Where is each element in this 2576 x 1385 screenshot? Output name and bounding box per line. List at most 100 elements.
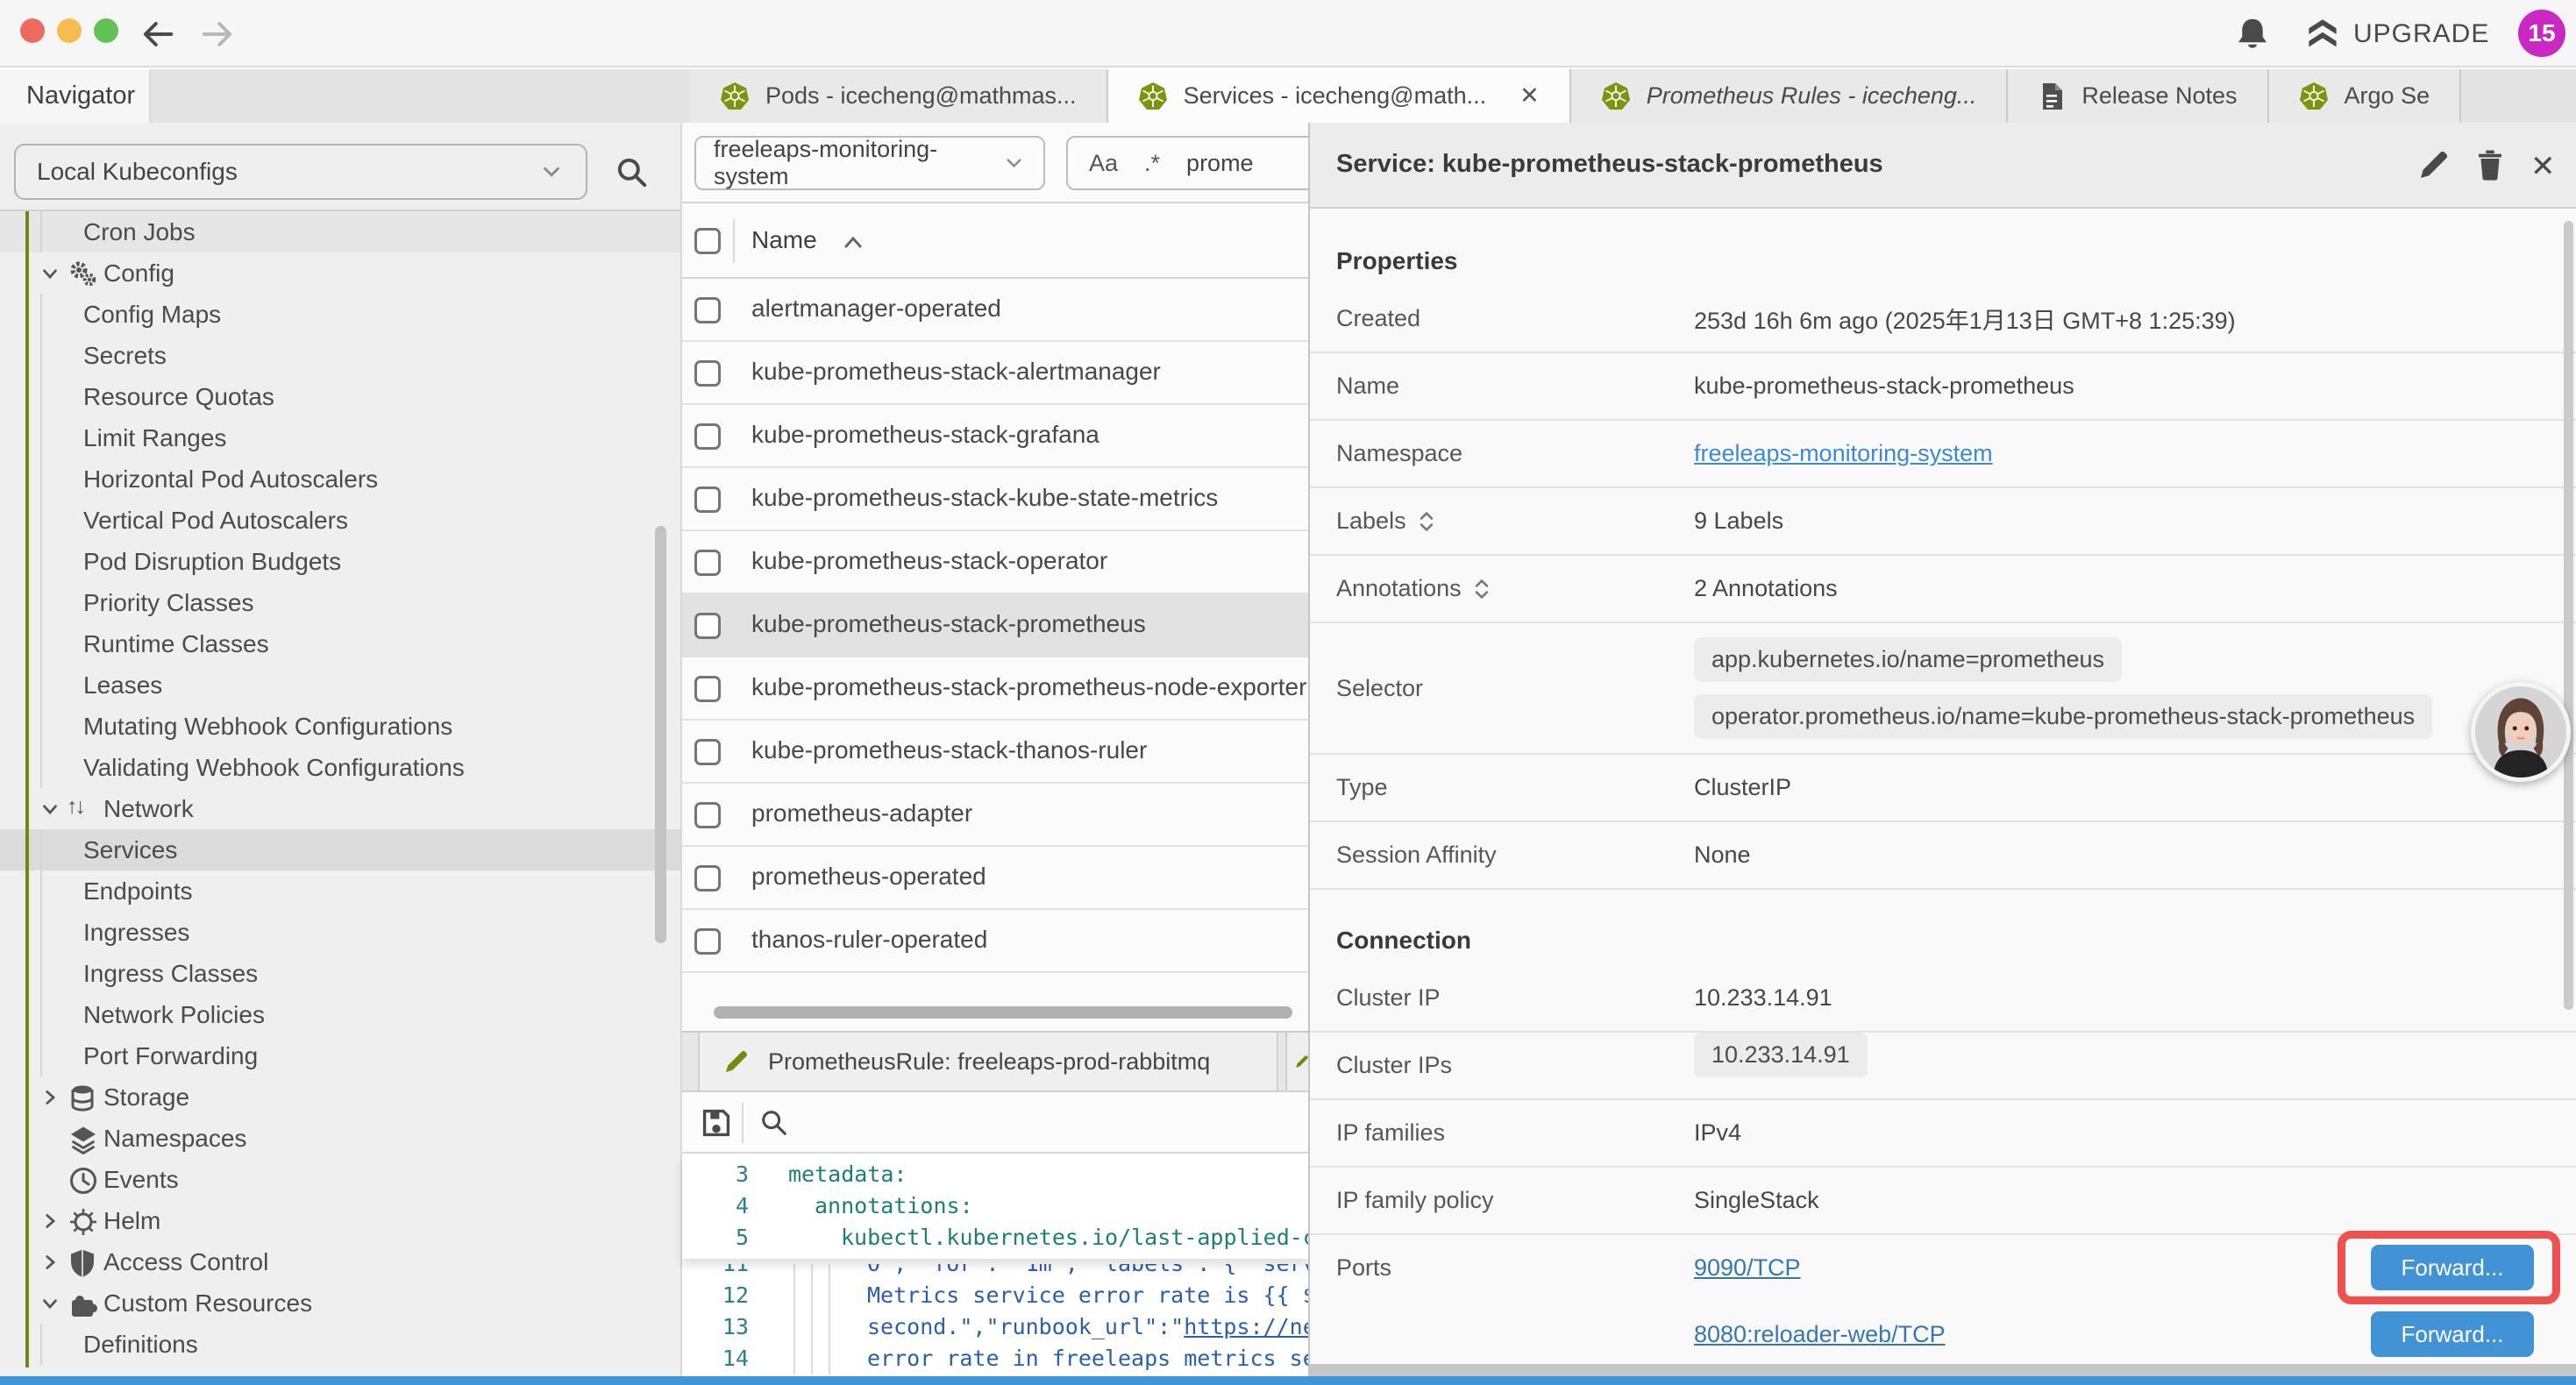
sidebar-item-mutating-webhook-configurations[interactable]: Mutating Webhook Configurations (0, 706, 680, 747)
drawer-horizontal-scrollbar[interactable] (1310, 1364, 2576, 1376)
table-row[interactable]: prometheus-adapter (682, 784, 1310, 847)
sidebar-item-runtime-classes[interactable]: Runtime Classes (0, 623, 680, 664)
tab-prometheus-rules-icecheng[interactable]: Prometheus Rules - icecheng... (1571, 69, 2009, 123)
sort-updown-icon[interactable] (1417, 510, 1436, 533)
table-row[interactable]: prometheus-operated (682, 847, 1310, 910)
tab-release-notes[interactable]: Release Notes (2008, 69, 2268, 123)
row-checkbox[interactable] (694, 550, 721, 576)
upgrade-button[interactable]: UPGRADE (2306, 18, 2489, 51)
chevron-down-icon[interactable] (39, 798, 61, 820)
sidebar-item-definitions[interactable]: Definitions (0, 1324, 680, 1365)
sidebar-item-events[interactable]: Events (0, 1159, 680, 1200)
row-checkbox[interactable] (694, 928, 721, 955)
table-row[interactable]: kube-prometheus-stack-kube-state-metrics (682, 468, 1310, 531)
sidebar-item-custom-resources[interactable]: Custom Resources (0, 1282, 680, 1324)
namespace-link[interactable]: freeleaps-monitoring-system (1694, 440, 1993, 466)
sidebar-item-storage[interactable]: Storage (0, 1076, 680, 1118)
sidebar-item-priority-classes[interactable]: Priority Classes (0, 582, 680, 623)
table-row[interactable]: alertmanager-operated (682, 279, 1310, 342)
chevron-right-icon[interactable] (39, 1086, 61, 1109)
navigator-pane-tab[interactable]: Navigator (0, 69, 151, 123)
table-row[interactable]: kube-prometheus-stack-alertmanager (682, 342, 1310, 405)
table-horizontal-scrollbar[interactable] (714, 1006, 1292, 1019)
delete-trash-icon[interactable] (2473, 147, 2508, 182)
row-checkbox[interactable] (694, 802, 721, 828)
chevron-down-icon[interactable] (39, 262, 61, 285)
clock-icon (68, 1166, 98, 1196)
table-row[interactable]: kube-prometheus-stack-thanos-ruler (682, 721, 1310, 784)
chevron-down-icon[interactable] (39, 1292, 61, 1315)
row-checkbox[interactable] (694, 297, 721, 323)
match-case-toggle[interactable]: Aa (1089, 150, 1118, 177)
table-row[interactable]: kube-prometheus-stack-operator (682, 531, 1310, 594)
row-checkbox[interactable] (694, 423, 721, 450)
table-row[interactable]: kube-prometheus-stack-prometheus-node-ex… (682, 657, 1310, 721)
sidebar-search-icon[interactable] (614, 154, 651, 191)
kubeconfig-select[interactable]: Local Kubeconfigs (14, 144, 587, 200)
select-all-checkbox[interactable] (694, 228, 721, 254)
sidebar-item-config[interactable]: Config (0, 252, 680, 294)
sidebar-item-port-forwarding[interactable]: Port Forwarding (0, 1035, 680, 1076)
sort-updown-icon[interactable] (1472, 578, 1491, 600)
editor-tab-prometheusrule[interactable]: PrometheusRule: freeleaps-prod-rabbitmq (698, 1033, 1278, 1090)
row-checkbox[interactable] (694, 865, 721, 891)
chevron-right-icon[interactable] (39, 1210, 61, 1232)
row-checkbox[interactable] (694, 739, 721, 765)
sidebar-item-limit-ranges[interactable]: Limit Ranges (0, 417, 680, 458)
drawer-scrollbar[interactable] (2564, 221, 2573, 1010)
close-icon[interactable]: ✕ (1519, 82, 1540, 110)
row-checkbox[interactable] (694, 676, 721, 702)
tab-argo-se[interactable]: Argo Se (2269, 69, 2462, 123)
sort-ascending-icon[interactable] (840, 231, 866, 252)
close-icon[interactable]: ✕ (2530, 149, 2556, 184)
sidebar-item-cron-jobs[interactable]: Cron Jobs (0, 211, 680, 252)
sidebar-item-namespaces[interactable]: Namespaces (0, 1118, 680, 1159)
sidebar-scrollbar[interactable] (655, 526, 666, 943)
user-avatar-badge[interactable]: 15 (2518, 10, 2565, 57)
yaml-editor[interactable]: 3metadata:4annotations:5kubectl.kubernet… (682, 1154, 1310, 1376)
sidebar-item-pod-disruption-budgets[interactable]: Pod Disruption Budgets (0, 541, 680, 582)
save-icon[interactable] (700, 1106, 733, 1140)
editor-tab-next-partial[interactable] (1285, 1033, 1310, 1090)
regex-toggle[interactable]: .* (1144, 150, 1160, 177)
edit-pencil-icon[interactable] (2416, 147, 2451, 182)
assistant-avatar[interactable] (2471, 682, 2571, 782)
sidebar-item-ingresses[interactable]: Ingresses (0, 912, 680, 953)
sidebar-item-secrets[interactable]: Secrets (0, 335, 680, 376)
table-row[interactable]: thanos-ruler-operated (682, 910, 1310, 973)
forward-icon[interactable] (196, 13, 238, 55)
table-row[interactable]: kube-prometheus-stack-prometheus (682, 594, 1310, 657)
zoom-window-button[interactable] (94, 18, 118, 43)
tab-pods-icecheng-mathmas[interactable]: Pods - icecheng@mathmas... (690, 69, 1108, 123)
minimize-window-button[interactable] (57, 18, 82, 43)
forward-button[interactable]: Forward... (2371, 1311, 2534, 1357)
column-header-name[interactable]: Name (751, 226, 817, 254)
chevron-right-icon[interactable] (39, 1251, 61, 1274)
sidebar-item-endpoints[interactable]: Endpoints (0, 870, 680, 912)
sidebar-item-config-maps[interactable]: Config Maps (0, 294, 680, 335)
sidebar-item-services[interactable]: Services (0, 829, 680, 870)
editor-search-icon[interactable] (758, 1106, 791, 1140)
row-checkbox[interactable] (694, 360, 721, 387)
port-link[interactable]: 8080:reloader-web/TCP (1694, 1321, 1946, 1348)
close-window-button[interactable] (20, 18, 45, 43)
sidebar-item-leases[interactable]: Leases (0, 664, 680, 706)
port-link[interactable]: 9090/TCP (1694, 1254, 1801, 1282)
sidebar-item-ingress-classes[interactable]: Ingress Classes (0, 953, 680, 994)
back-icon[interactable] (137, 13, 179, 55)
tab-services-icecheng-math[interactable]: Services - icecheng@math...✕ (1108, 69, 1571, 123)
sidebar-item-network-policies[interactable]: Network Policies (0, 994, 680, 1035)
sidebar-item-network[interactable]: ↑↓Network (0, 788, 680, 829)
forward-button[interactable]: Forward... (2371, 1245, 2534, 1290)
row-checkbox[interactable] (694, 613, 721, 639)
sidebar-item-helm[interactable]: Helm (0, 1200, 680, 1241)
sidebar-item-access-control[interactable]: Access Control (0, 1241, 680, 1282)
notifications-bell-icon[interactable] (2234, 16, 2271, 53)
sidebar-item-validating-webhook-configurations[interactable]: Validating Webhook Configurations (0, 747, 680, 788)
sidebar-item-horizontal-pod-autoscalers[interactable]: Horizontal Pod Autoscalers (0, 458, 680, 500)
table-row[interactable]: kube-prometheus-stack-grafana (682, 405, 1310, 468)
sidebar-item-vertical-pod-autoscalers[interactable]: Vertical Pod Autoscalers (0, 500, 680, 541)
namespace-select[interactable]: freeleaps-monitoring-system (694, 136, 1045, 190)
row-checkbox[interactable] (694, 487, 721, 513)
sidebar-item-resource-quotas[interactable]: Resource Quotas (0, 376, 680, 417)
